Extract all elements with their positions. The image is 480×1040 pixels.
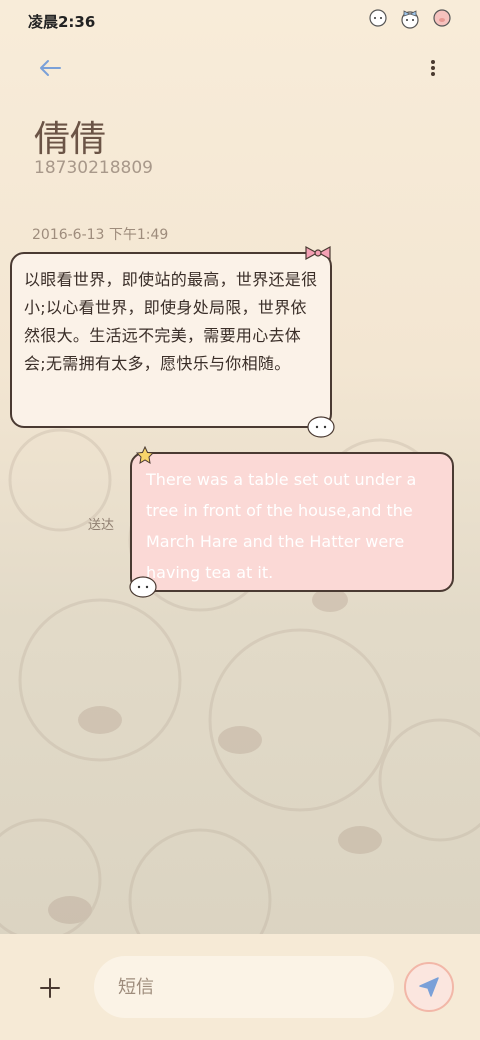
pig-sticker-icon bbox=[430, 7, 454, 29]
add-attachment-button[interactable] bbox=[36, 974, 64, 1002]
star-sticker-icon bbox=[135, 446, 155, 464]
sent-message-text: There was a table set out under a tree i… bbox=[146, 470, 417, 582]
contact-number: 18730218809 bbox=[34, 158, 153, 178]
status-icons bbox=[366, 7, 454, 29]
message-input[interactable] bbox=[94, 956, 394, 1018]
back-arrow-icon bbox=[40, 60, 61, 76]
contact-name: 倩倩 bbox=[34, 119, 107, 160]
status-bar: 凌晨2:36 bbox=[0, 0, 480, 38]
received-message-bubble[interactable]: 以眼看世界，即使站的最高，世界还是很小;以心看世界，即使身处局限，世界依然很大。… bbox=[10, 245, 335, 438]
sheep-sticker-icon bbox=[129, 576, 157, 598]
sheep-sticker-icon bbox=[307, 416, 335, 438]
delivery-status: 送达 bbox=[88, 518, 115, 533]
status-time: 凌晨2:36 bbox=[28, 13, 96, 31]
message-timestamp: 2016-6-13 下午1:49 bbox=[32, 227, 169, 243]
send-button[interactable] bbox=[404, 962, 454, 1012]
bow-sticker-icon bbox=[305, 245, 331, 261]
sheep-bow-sticker-icon bbox=[398, 7, 422, 29]
more-dot bbox=[431, 72, 435, 76]
sheep-sticker-icon bbox=[366, 7, 390, 29]
sent-message-bubble[interactable]: There was a table set out under a tree i… bbox=[129, 446, 454, 598]
composer-bar bbox=[0, 934, 480, 1040]
more-vertical-icon bbox=[431, 60, 435, 64]
back-button[interactable] bbox=[36, 56, 64, 80]
received-message-text: 以眼看世界，即使站的最高，世界还是很小;以心看世界，即使身处局限，世界依然很大。… bbox=[24, 270, 318, 373]
send-icon bbox=[419, 977, 439, 997]
more-button[interactable] bbox=[426, 56, 440, 80]
plus-icon bbox=[40, 978, 60, 998]
more-dot bbox=[431, 66, 435, 70]
